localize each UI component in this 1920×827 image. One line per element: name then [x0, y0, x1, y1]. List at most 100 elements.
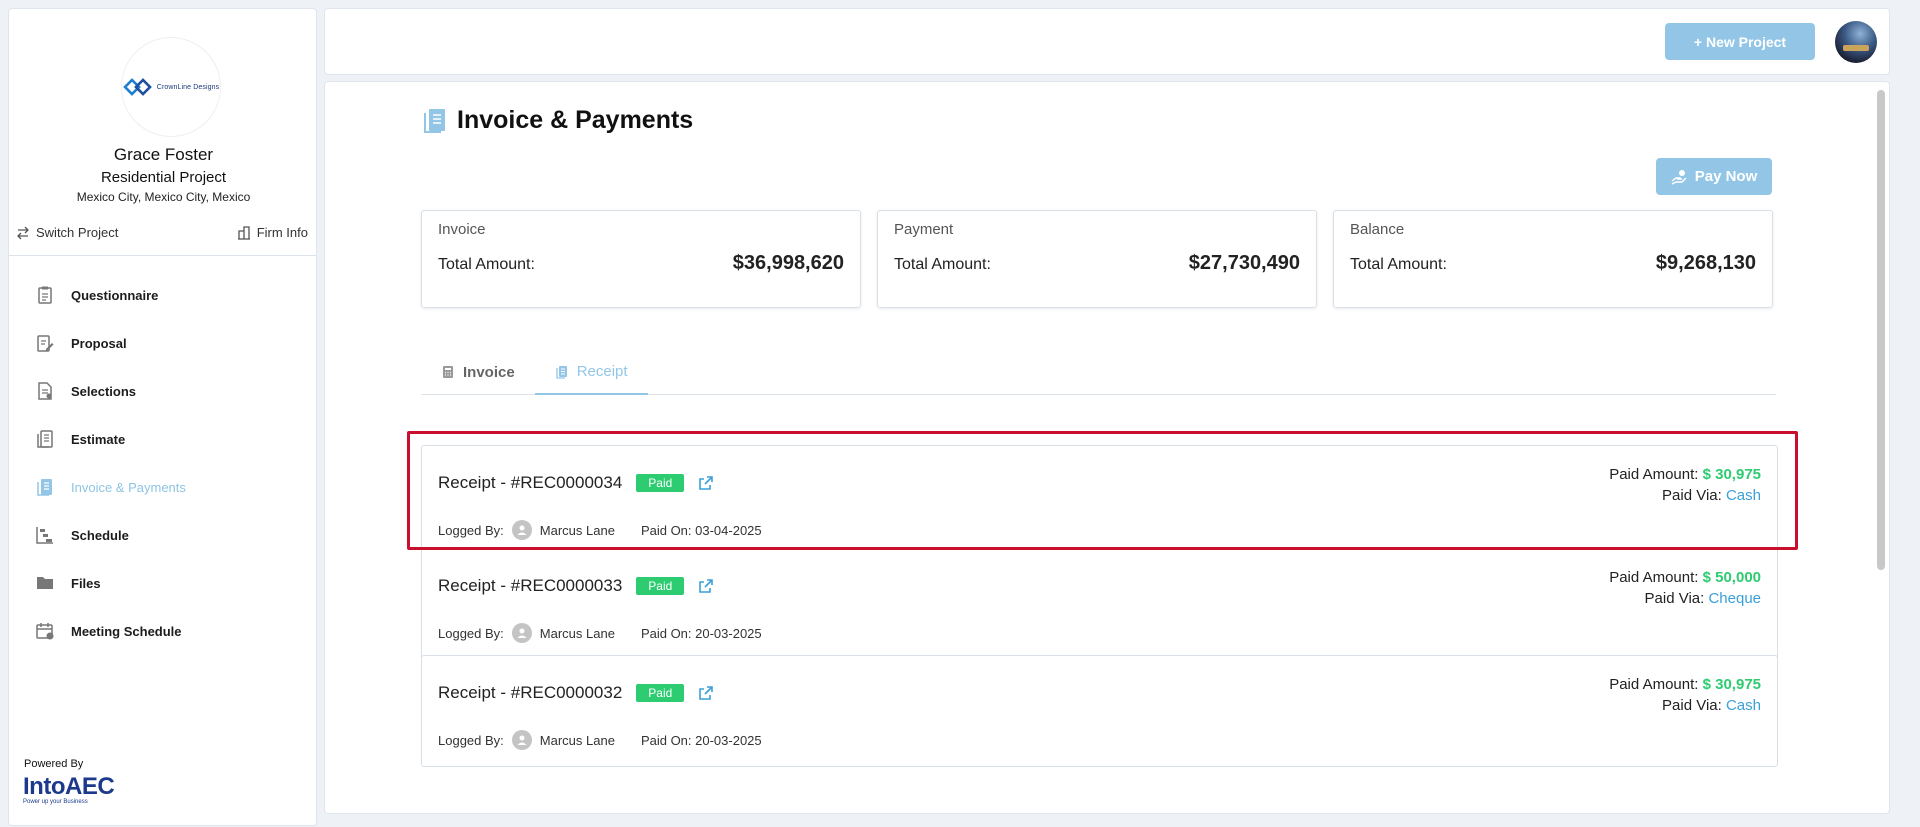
paid-amount: $ 30,975: [1702, 466, 1761, 483]
tab-label: Invoice: [463, 363, 515, 381]
folder-icon: [37, 577, 53, 589]
crownline-logo-icon: [122, 78, 152, 96]
sidebar-item-label: Proposal: [71, 335, 127, 351]
user-avatar-icon: [511, 623, 532, 643]
proposal-edit-icon: [37, 335, 54, 352]
card-value: $27,730,490: [1188, 252, 1300, 274]
card-value: $36,998,620: [732, 252, 844, 274]
sidebar-item-invoice-payments[interactable]: Invoice & Payments: [9, 463, 316, 511]
paid-amount: $ 30,975: [1702, 676, 1761, 693]
receipt-title: Receipt - #REC0000033: [438, 576, 623, 595]
payment-summary-card: Payment Total Amount: $27,730,490: [877, 210, 1317, 308]
calculator-icon: [443, 366, 453, 378]
selections-icon: [38, 382, 52, 400]
sidebar-item-files[interactable]: Files: [9, 559, 316, 607]
building-icon: [237, 225, 250, 240]
receipt-icon: [556, 365, 567, 379]
balance-summary-card: Balance Total Amount: $9,268,130: [1333, 210, 1773, 308]
user-avatar[interactable]: [1835, 21, 1877, 63]
powered-by-label: Powered By: [24, 758, 84, 770]
sidebar-item-label: Schedule: [71, 527, 129, 543]
sidebar-item-label: Meeting Schedule: [71, 623, 182, 639]
receipt-icon: [37, 479, 52, 496]
sidebar-item-proposal[interactable]: Proposal: [9, 319, 316, 367]
sidebar-item-label: Selections: [71, 383, 137, 399]
receipt-icon: [424, 108, 445, 133]
paid-amount-label: Paid Amount:: [1609, 466, 1699, 483]
page-title: Invoice & Payments: [457, 106, 694, 134]
brand-name: IntoAEC: [23, 773, 115, 800]
sidebar-divider: [9, 255, 316, 256]
paid-via-label: Paid Via:: [1662, 487, 1722, 504]
logged-by-label: Logged By:: [438, 625, 504, 641]
sidebar-item-questionnaire[interactable]: Questionnaire: [9, 271, 316, 319]
sidebar-item-label: Invoice & Payments: [71, 479, 186, 495]
schedule-icon: [36, 527, 53, 544]
external-link-icon[interactable]: [698, 685, 714, 701]
estimate-icon: [37, 430, 53, 448]
pay-now-label: Pay Now: [1694, 168, 1758, 185]
sidebar-nav: Questionnaire Proposal Selections Estima…: [9, 271, 316, 655]
sidebar: CrownLine Designs Grace Foster Residenti…: [8, 8, 317, 826]
sidebar-item-label: Questionnaire: [71, 287, 159, 303]
card-label: Total Amount:: [1350, 256, 1447, 273]
sidebar-item-meeting-schedule[interactable]: Meeting Schedule: [9, 607, 316, 655]
project-type: Residential Project: [100, 169, 227, 186]
card-label: Total Amount:: [438, 256, 535, 273]
new-project-button[interactable]: + New Project: [1665, 23, 1815, 60]
logged-by-name: Marcus Lane: [539, 522, 615, 538]
paid-via-label: Paid Via:: [1662, 697, 1722, 714]
switch-project-link[interactable]: Switch Project: [16, 225, 118, 240]
clipboard-icon: [38, 286, 52, 304]
page-header: Invoice & Payments: [421, 106, 693, 135]
paid-on-date: Paid On: 20-03-2025: [640, 625, 762, 641]
firm-info-label: Firm Info: [256, 225, 308, 240]
receipt-card: Receipt - #REC0000033 Paid Logged By: Ma…: [421, 548, 1778, 660]
card-title: Payment: [894, 221, 954, 238]
card-value: $9,268,130: [1655, 252, 1756, 274]
paid-on-date: Paid On: 03-04-2025: [640, 522, 762, 538]
receipt-title: Receipt - #REC0000034: [438, 473, 623, 492]
card-title: Invoice: [438, 221, 486, 238]
firm-info-link[interactable]: Firm Info: [237, 225, 308, 240]
hand-coin-icon: [1671, 169, 1687, 185]
receipt-title: Receipt - #REC0000032: [438, 683, 623, 702]
card-label: Total Amount:: [894, 256, 991, 273]
receipt-card: Receipt - #REC0000032 Paid Logged By: Ma…: [421, 655, 1778, 767]
vertical-scrollbar[interactable]: [1877, 90, 1885, 570]
logged-by-name: Marcus Lane: [539, 732, 615, 748]
project-location: Mexico City, Mexico City, Mexico: [76, 190, 251, 204]
paid-amount-label: Paid Amount:: [1609, 569, 1699, 586]
tab-invoice[interactable]: Invoice: [421, 350, 535, 394]
paid-on-date: Paid On: 20-03-2025: [640, 732, 762, 748]
pay-now-button[interactable]: Pay Now: [1656, 158, 1772, 195]
user-avatar-icon: [511, 730, 532, 750]
receipt-card: Receipt - #REC0000034 Paid Logged By: Ma…: [421, 445, 1778, 557]
paid-via: Cash: [1725, 487, 1761, 504]
sidebar-item-label: Estimate: [71, 431, 126, 447]
tab-bar: Invoice Receipt: [421, 350, 1776, 395]
summary-cards: Invoice Total Amount: $36,998,620 Paymen…: [421, 210, 1773, 308]
sidebar-item-estimate[interactable]: Estimate: [9, 415, 316, 463]
user-avatar-icon: [511, 520, 532, 540]
tab-receipt[interactable]: Receipt: [534, 350, 648, 395]
paid-amount-label: Paid Amount:: [1609, 676, 1699, 693]
status-badge: Paid: [636, 684, 685, 702]
top-header: + New Project: [324, 8, 1890, 75]
paid-via: Cash: [1725, 697, 1761, 714]
logged-by-label: Logged By:: [438, 522, 504, 538]
logged-by-label: Logged By:: [438, 732, 504, 748]
calendar-icon: [36, 623, 54, 640]
sidebar-item-schedule[interactable]: Schedule: [9, 511, 316, 559]
external-link-icon[interactable]: [698, 578, 714, 594]
invoice-summary-card: Invoice Total Amount: $36,998,620: [421, 210, 861, 308]
sidebar-item-selections[interactable]: Selections: [9, 367, 316, 415]
status-badge: Paid: [636, 474, 685, 492]
switch-arrows-icon: [17, 226, 29, 239]
tab-label: Receipt: [576, 363, 628, 380]
logo-text: CrownLine Designs: [156, 83, 220, 91]
external-link-icon[interactable]: [698, 475, 714, 491]
paid-via: Cheque: [1708, 590, 1761, 607]
main-panel: Invoice & Payments Pay Now Invoice Total…: [324, 81, 1890, 814]
sidebar-item-label: Files: [71, 575, 101, 591]
